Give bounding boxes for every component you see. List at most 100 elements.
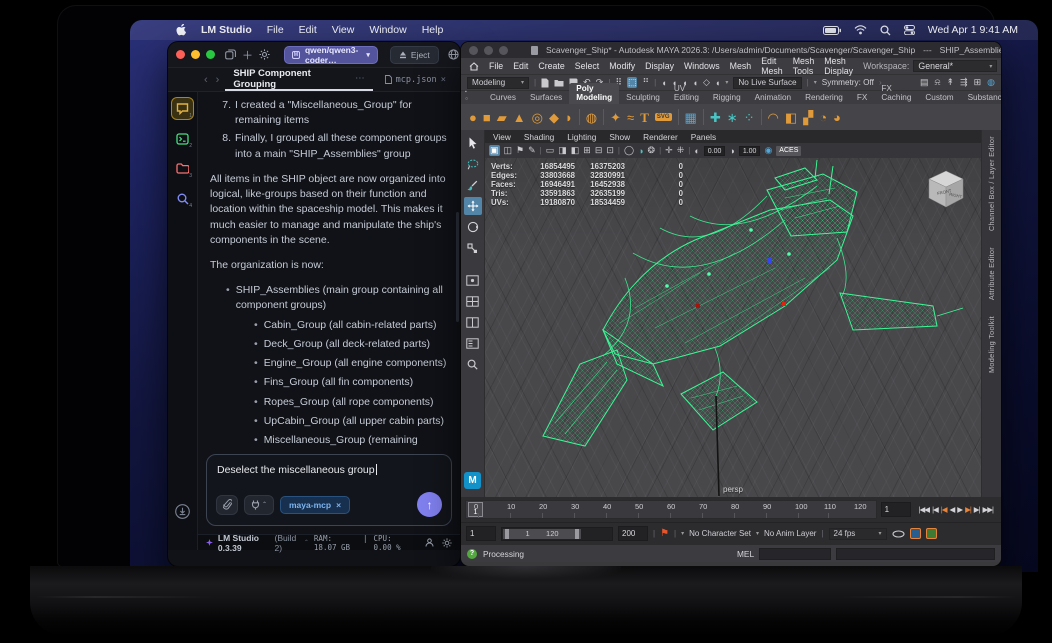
viewport-canvas[interactable]: Verts: 16854495 16375203 0 Edges: 33803668 32…: [485, 158, 981, 497]
workspace-dropdown[interactable]: General* ▾: [913, 60, 998, 72]
layout-four-pane-button[interactable]: [464, 292, 482, 310]
poly-cylinder-icon[interactable]: ▰: [497, 111, 507, 124]
rail-chat-button[interactable]: 1: [172, 98, 193, 119]
poly-sphere-icon[interactable]: ●: [469, 111, 477, 124]
panel-menu-lighting[interactable]: Lighting: [567, 132, 596, 142]
nav-forward-button[interactable]: ›: [214, 74, 222, 86]
shelf-tab-rendering[interactable]: Rendering: [798, 92, 850, 104]
plane-icon[interactable]: ✛: [665, 145, 673, 156]
blocks-icon[interactable]: ▞: [803, 111, 813, 124]
arc-curve-icon[interactable]: ◠: [768, 111, 779, 124]
shaded-mode-icon[interactable]: ◨: [558, 145, 567, 156]
shadows-icon[interactable]: ⊟: [595, 145, 603, 156]
bookmark-view-icon[interactable]: ⚑: [516, 145, 524, 156]
menubar-item-edit[interactable]: Edit: [299, 24, 317, 36]
menu-modify[interactable]: Modify: [609, 61, 635, 71]
panel-menu-view[interactable]: View: [493, 132, 511, 142]
paint-select-tool[interactable]: [464, 176, 482, 194]
menu-edit-mesh[interactable]: Edit Mesh: [761, 56, 783, 76]
model-selector[interactable]: M qwen/qwen3-coder… ▾: [284, 45, 378, 65]
step-forward-frame-button[interactable]: ▶|: [974, 505, 981, 514]
menu-mesh-tools[interactable]: Mesh Tools: [793, 56, 815, 76]
control-center-icon[interactable]: [903, 25, 915, 35]
xray-icon[interactable]: ◑: [638, 146, 643, 156]
menu-file[interactable]: File: [489, 61, 503, 71]
isolate-select-icon[interactable]: ◯: [624, 145, 634, 156]
make-live-icon[interactable]: ◖: [715, 78, 720, 88]
platonic-solid-icon[interactable]: ◍: [586, 111, 597, 124]
step-forward-key-button[interactable]: ▶|: [965, 505, 972, 514]
open-scene-icon[interactable]: [554, 79, 564, 87]
range-slider[interactable]: 1 120: [501, 526, 613, 541]
fog-icon[interactable]: ⁜: [677, 145, 685, 156]
tab-close-icon[interactable]: ×: [441, 75, 446, 85]
poly-cube-icon[interactable]: ■: [483, 111, 491, 124]
render-globe-icon[interactable]: ◍: [987, 77, 995, 88]
menubar-item-file[interactable]: File: [267, 24, 284, 36]
exposure-field[interactable]: 0.00: [703, 145, 726, 156]
select-tool[interactable]: [464, 134, 482, 152]
range-end-handle[interactable]: [575, 528, 579, 539]
zoom-window-button[interactable]: [499, 45, 508, 55]
step-back-key-button[interactable]: |◀: [941, 505, 948, 514]
menu-select[interactable]: Select: [575, 61, 599, 71]
panel-menu-renderer[interactable]: Renderer: [643, 132, 678, 142]
chat-scrollbar[interactable]: [456, 212, 459, 322]
construction-history-icon[interactable]: ▤: [920, 77, 929, 88]
new-scene-icon[interactable]: [541, 78, 549, 88]
zoom-tool[interactable]: [464, 355, 482, 373]
no-live-surface-field[interactable]: No Live Surface: [733, 76, 802, 89]
lasso-tool[interactable]: [464, 155, 482, 173]
attach-file-button[interactable]: [216, 494, 238, 515]
menubar-clock[interactable]: Wed Apr 1 9:41 AM: [928, 24, 1018, 36]
mirror-icon[interactable]: ◧: [785, 111, 797, 124]
character-set-selector[interactable]: No Character Set: [689, 529, 751, 538]
layout-two-pane-button[interactable]: [464, 313, 482, 331]
menubar-app-name[interactable]: LM Studio: [201, 24, 252, 36]
zoom-window-button[interactable]: [206, 50, 215, 59]
new-window-icon[interactable]: [225, 46, 236, 64]
new-chat-plus-button[interactable]: ＋: [242, 46, 253, 64]
layout-single-pane-button[interactable]: [464, 271, 482, 289]
menu-set-dropdown[interactable]: Modeling ▾: [467, 76, 529, 89]
grid-table-icon[interactable]: ▦: [685, 111, 697, 124]
character-controls-icon[interactable]: ⍾: [935, 77, 941, 88]
remesh-icon[interactable]: ◕: [833, 111, 841, 124]
current-frame-field[interactable]: 1: [880, 502, 911, 517]
shelf-menu-icon[interactable]: ▪ ○: [465, 89, 468, 102]
channel-slider-icon[interactable]: ⇶: [960, 77, 968, 88]
poly-disc-icon[interactable]: ◗: [565, 111, 573, 124]
animation-start-field[interactable]: 1: [466, 526, 496, 541]
discover-globe-icon[interactable]: [445, 46, 460, 64]
plugins-button[interactable]: ⌃: [244, 494, 274, 515]
perspective-viewport[interactable]: View Shading Lighting Show Renderer Pane…: [485, 130, 981, 497]
mcp-badge-close-icon[interactable]: ×: [336, 500, 341, 510]
select-by-component-icon[interactable]: ⠛: [642, 77, 649, 88]
app-version[interactable]: LM Studio 0.3.39: [218, 533, 270, 553]
poly-torus-icon[interactable]: ◎: [532, 111, 543, 124]
poly-cone-icon[interactable]: ▲: [513, 111, 526, 124]
home-icon[interactable]: [469, 61, 479, 71]
menubar-item-help[interactable]: Help: [422, 24, 444, 36]
menu-edit[interactable]: Edit: [513, 61, 528, 71]
shelf-tab-uv-editing[interactable]: UV Editing: [667, 83, 706, 104]
viewcube[interactable]: FRONT RIGHT: [923, 168, 969, 210]
go-to-end-button[interactable]: ▶▶|: [983, 505, 995, 514]
animation-end-field[interactable]: 200: [618, 526, 648, 541]
chat-transcript[interactable]: 7. I created a "Miscellaneous_Group" for…: [198, 92, 460, 446]
battery-icon[interactable]: [822, 25, 841, 35]
mel-input-field[interactable]: [759, 547, 832, 560]
shelf-tab-fx[interactable]: FX: [850, 92, 874, 104]
anim-layer-selector[interactable]: No Anim Layer: [764, 529, 816, 538]
chat-input[interactable]: Deselect the miscellaneous group: [217, 464, 441, 476]
nav-back-button[interactable]: ‹: [202, 74, 210, 86]
layout-outliner-button[interactable]: [464, 334, 482, 352]
time-slider[interactable]: 1 0 10 20 30 40 50 60 70 80 90 100 110 1…: [465, 500, 877, 519]
joints-xray-icon[interactable]: ❂: [648, 145, 656, 156]
shelf-tab-rigging[interactable]: Rigging: [706, 92, 748, 104]
distance-tool-icon[interactable]: ↟: [947, 77, 955, 88]
camera-attrs-icon[interactable]: ✎: [528, 145, 536, 156]
playback-loop-icon[interactable]: [891, 529, 905, 538]
camera-lock-icon[interactable]: ◫: [504, 145, 513, 156]
gamma-icon[interactable]: ◑: [729, 146, 734, 156]
